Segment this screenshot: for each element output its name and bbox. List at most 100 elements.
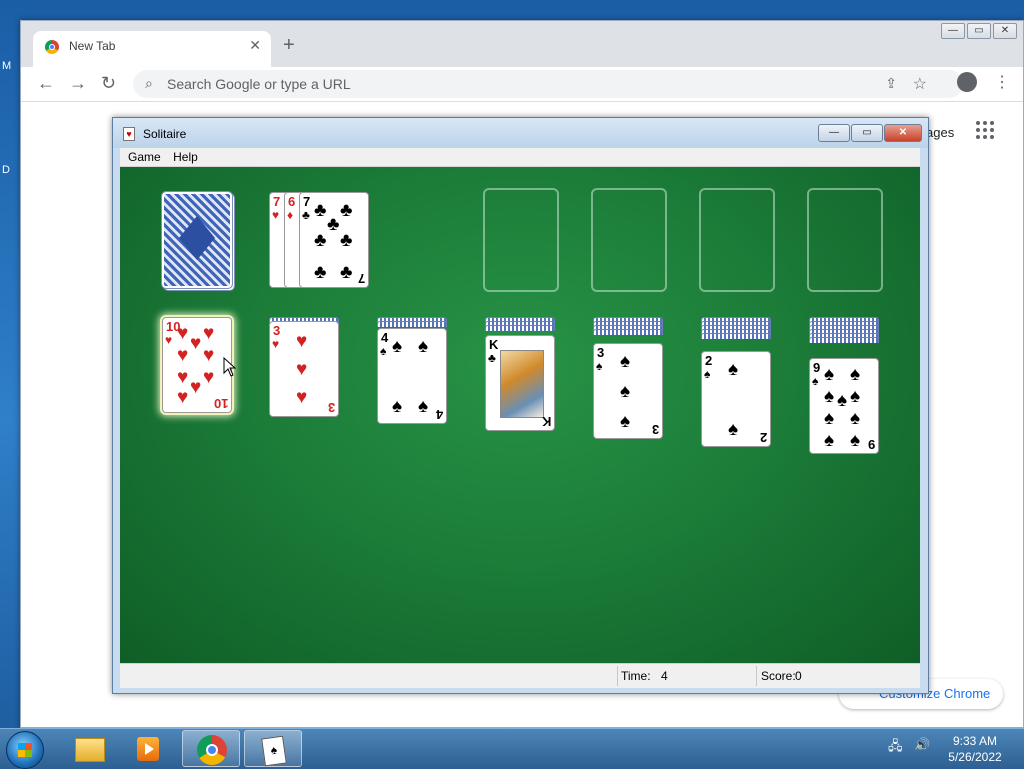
close-button[interactable]: ✕ — [993, 23, 1017, 39]
club-pip-icon: ♣ — [327, 214, 340, 235]
windows-logo-icon — [18, 743, 32, 757]
foundation-slot[interactable] — [699, 188, 775, 292]
card-rank: 7 — [303, 194, 311, 209]
club-pip-icon: ♣ — [340, 262, 353, 283]
card-suit-icon: ♣ — [302, 208, 310, 222]
solitaire-status-bar: Time: 4 Score: 0 — [120, 663, 920, 688]
status-divider — [617, 666, 618, 686]
heart-pip-icon: ♥ — [190, 377, 202, 398]
foundation-slot[interactable] — [807, 188, 883, 292]
menu-game[interactable]: Game — [128, 150, 161, 164]
bookmark-star-icon[interactable]: ☆ — [913, 74, 927, 94]
close-button[interactable]: ✕ — [884, 124, 922, 142]
card-suit-icon: ♥ — [165, 333, 173, 347]
status-divider — [756, 666, 757, 686]
card-rank: 4 — [381, 330, 389, 345]
tableau-card[interactable]: 3 ♠ ♠ ♠ ♠ 3 — [593, 343, 663, 439]
spade-pip-icon: ♠ — [850, 408, 861, 429]
face-down-card — [377, 321, 447, 327]
waste-top-card[interactable]: 7 ♣ ♣ ♣ ♣ ♣ ♣ ♣ ♣ 7 — [299, 192, 369, 288]
score-label: Score: — [761, 669, 796, 683]
taskbar-chrome[interactable] — [182, 730, 240, 767]
back-icon[interactable]: ← — [37, 73, 55, 94]
tab-new-tab[interactable]: New Tab ✕ — [33, 31, 271, 67]
volume-icon[interactable]: 🔊 — [914, 737, 930, 753]
solitaire-title-bar: ♥ Solitaire — ▭ ✕ — [113, 118, 928, 148]
folder-icon — [75, 738, 105, 762]
spade-pip-icon: ♠ — [620, 351, 631, 372]
card-suit-icon: ♥ — [272, 208, 280, 222]
tab-close-icon[interactable]: ✕ — [249, 37, 261, 54]
desktop-fragment: D — [2, 164, 10, 176]
solitaire-window: ♥ Solitaire — ▭ ✕ Game Help 7 ♥ 6 ♦ 7 ♣ … — [112, 117, 929, 694]
reload-icon[interactable]: ↻ — [101, 73, 116, 94]
foundation-slot[interactable] — [591, 188, 667, 292]
network-icon[interactable]: 🖧 — [888, 737, 903, 759]
google-apps-icon[interactable] — [976, 121, 994, 139]
card-rank: K — [489, 337, 499, 352]
score-value: 0 — [795, 669, 802, 683]
card-suit-icon: ♠ — [812, 374, 819, 388]
face-down-card — [809, 337, 879, 343]
new-tab-button[interactable]: + — [283, 35, 295, 55]
solitaire-icon: ♠ — [261, 735, 287, 767]
card-rank-bottom: 3 — [327, 400, 335, 415]
heart-pip-icon: ♥ — [296, 387, 308, 408]
forward-icon[interactable]: → — [69, 73, 87, 94]
spade-pip-icon: ♠ — [824, 430, 835, 451]
clock-time: 9:33 AM — [952, 734, 998, 748]
card-rank: 7 — [273, 194, 281, 209]
tableau-card[interactable]: 10 ♥ ♥ ♥ ♥ ♥ ♥ ♥ ♥ ♥ ♥ 10 — [162, 317, 232, 413]
card-suit-icon: ♠ — [704, 367, 711, 381]
club-pip-icon: ♣ — [314, 262, 327, 283]
solitaire-menu-bar: Game Help — [120, 148, 920, 167]
solitaire-title: Solitaire — [143, 127, 187, 141]
restore-button[interactable]: ▭ — [967, 23, 991, 39]
club-pip-icon: ♣ — [314, 230, 327, 251]
face-down-card — [701, 333, 771, 339]
omnibox[interactable]: ⌕ Search Google or type a URL ⇪ ☆ — [133, 70, 963, 98]
images-link[interactable]: ages — [926, 125, 954, 140]
club-pip-icon: ♣ — [314, 200, 327, 221]
time-value: 4 — [661, 669, 668, 683]
profile-avatar-icon[interactable] — [957, 72, 977, 92]
foundation-slot[interactable] — [483, 188, 559, 292]
spade-pip-icon: ♠ — [392, 336, 403, 357]
start-button[interactable] — [6, 731, 44, 769]
menu-kebab-icon[interactable]: ⋮ — [994, 72, 1010, 92]
card-suit-icon: ♥ — [272, 337, 280, 351]
spade-pip-icon: ♠ — [392, 396, 403, 417]
club-pip-icon: ♣ — [340, 230, 353, 251]
card-rank: 3 — [597, 345, 605, 360]
card-rank-bottom: 4 — [435, 407, 443, 422]
spade-pip-icon: ♠ — [728, 359, 739, 380]
omnibox-placeholder[interactable]: Search Google or type a URL — [167, 76, 351, 92]
menu-help[interactable]: Help — [173, 150, 198, 164]
card-suit-icon: ♣ — [488, 351, 496, 365]
face-down-card — [485, 325, 555, 331]
heart-pip-icon: ♥ — [177, 387, 189, 408]
tableau-card[interactable]: 3 ♥ ♥ ♥ ♥ 3 — [269, 321, 339, 417]
heart-pip-icon: ♥ — [203, 367, 215, 388]
stock-card[interactable] — [161, 191, 233, 289]
taskbar-media-player[interactable] — [120, 730, 178, 767]
minimize-button[interactable]: — — [941, 23, 965, 39]
tableau-card[interactable]: 2 ♠ ♠ ♠ 2 — [701, 351, 771, 447]
heart-pip-icon: ♥ — [190, 333, 202, 354]
spade-pip-icon: ♠ — [620, 381, 631, 402]
tableau-card[interactable]: 9 ♠ ♠ ♠ ♠ ♠ ♠ ♠ ♠ ♠ ♠ 9 — [809, 358, 879, 454]
spade-pip-icon: ♠ — [418, 336, 429, 357]
minimize-button[interactable]: — — [818, 124, 850, 142]
tableau-card[interactable]: K ♣ K — [485, 335, 555, 431]
maximize-button[interactable]: ▭ — [851, 124, 883, 142]
card-rank: 6 — [288, 194, 296, 209]
taskbar-explorer[interactable] — [60, 730, 118, 767]
share-icon[interactable]: ⇪ — [885, 75, 897, 92]
chrome-favicon-icon — [45, 40, 59, 54]
taskbar-solitaire[interactable]: ♠ — [244, 730, 302, 767]
chrome-icon — [197, 735, 227, 765]
clock-date: 5/26/2022 — [948, 750, 1002, 764]
system-clock[interactable]: 9:33 AM 5/26/2022 — [940, 733, 1010, 765]
face-down-card — [593, 329, 663, 335]
tableau-card[interactable]: 4 ♠ ♠ ♠ ♠ ♠ 4 — [377, 328, 447, 424]
